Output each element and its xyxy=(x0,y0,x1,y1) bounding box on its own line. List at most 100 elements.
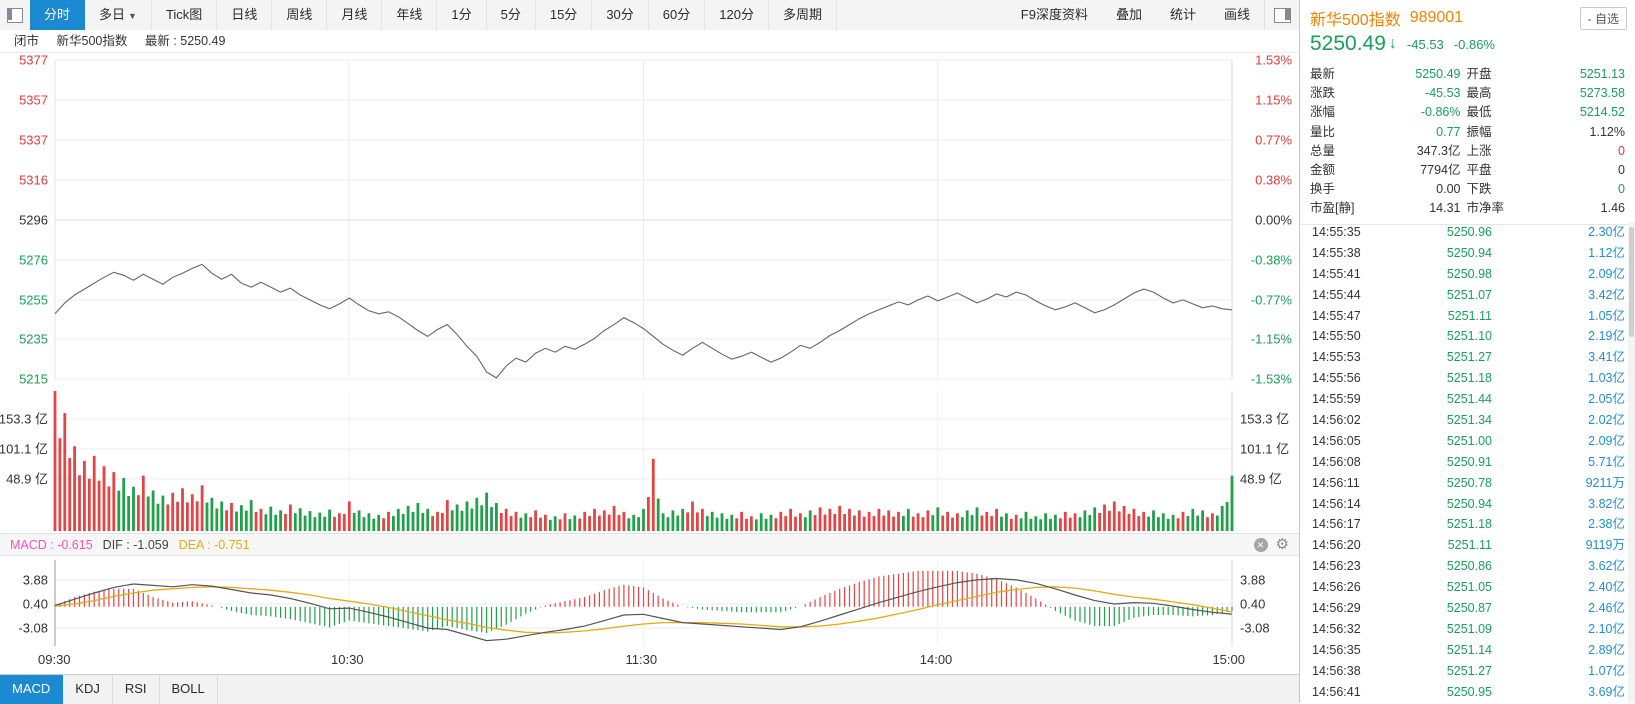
toolbar-item-叠加[interactable]: 叠加 xyxy=(1102,0,1156,30)
tick-row[interactable]: 14:56:14 5250.94 3.82亿 xyxy=(1300,494,1627,515)
tick-row[interactable]: 14:55:35 5250.96 2.30亿 xyxy=(1300,222,1627,243)
stat-label: 振幅 xyxy=(1466,124,1492,139)
tick-row[interactable]: 14:55:41 5250.98 2.09亿 xyxy=(1300,264,1627,285)
tick-row[interactable]: 14:55:47 5251.11 1.05亿 xyxy=(1300,306,1627,327)
toolbar-item-F9深度资料[interactable]: F9深度资料 xyxy=(1007,0,1102,30)
time-and-sales-list[interactable]: 14:55:35 5250.96 2.30亿 14:55:38 5250.94 1.12亿… xyxy=(1300,222,1627,703)
volume-bar xyxy=(392,516,395,531)
period-toolbar: 分时 多日 ▼ Tick图 日线 周线 月线 年线 1分 5分 15分 30分 60分 120分 多周期 F… xyxy=(0,0,1299,31)
tick-row[interactable]: 14:56:08 5250.91 5.71亿 xyxy=(1300,452,1627,473)
scrollbar-thumb[interactable] xyxy=(1629,227,1634,337)
volume-bar xyxy=(411,511,415,531)
tick-row[interactable]: 14:56:17 5251.18 2.38亿 xyxy=(1300,514,1627,535)
period-tab-月线[interactable]: 月线 xyxy=(327,0,383,30)
volume-bar xyxy=(1147,516,1150,531)
macd-axis-tick: -3.08 xyxy=(1240,621,1270,636)
indicator-tab-MACD[interactable]: MACD xyxy=(0,675,64,704)
market-status: 闭市 xyxy=(14,34,40,48)
volume-bar xyxy=(499,513,503,531)
pct-axis-tick: 1.53% xyxy=(1255,53,1292,68)
volume-bar xyxy=(387,511,390,531)
tick-volume: 2.09亿 xyxy=(1588,433,1625,448)
period-tab-1分[interactable]: 1分 xyxy=(437,0,487,30)
tick-row[interactable]: 14:56:20 5251.11 9119万 xyxy=(1300,535,1627,556)
period-tab-15分[interactable]: 15分 xyxy=(536,0,593,30)
tick-row[interactable]: 14:55:50 5251.10 2.19亿 xyxy=(1300,326,1627,347)
volume-bar xyxy=(960,517,964,531)
tick-price: 5251.34 xyxy=(1446,413,1492,428)
indicator-tab-RSI[interactable]: RSI xyxy=(113,675,160,704)
tick-time: 14:55:44 xyxy=(1312,287,1361,302)
toolbar-item-画线[interactable]: 画线 xyxy=(1210,0,1264,30)
period-tab-30分[interactable]: 30分 xyxy=(592,0,649,30)
period-tab-周线[interactable]: 周线 xyxy=(272,0,328,30)
last-price: 5250.49 xyxy=(1310,32,1386,55)
volume-bar xyxy=(112,472,116,531)
period-tab-分时[interactable]: 分时 xyxy=(30,0,86,30)
volume-bar xyxy=(514,511,518,531)
volume-bar xyxy=(509,516,513,531)
period-tab-年线[interactable]: 年线 xyxy=(382,0,438,30)
toolbar-item-统计[interactable]: 统计 xyxy=(1156,0,1210,30)
tick-row[interactable]: 14:56:11 5250.78 9211万 xyxy=(1300,473,1627,494)
pct-axis-tick: 0.77% xyxy=(1255,133,1292,148)
scrollbar-track[interactable] xyxy=(1628,222,1635,703)
tick-volume: 1.05亿 xyxy=(1588,308,1625,323)
right-panel-toggle-icon[interactable] xyxy=(1264,0,1299,30)
layout-panel-icon[interactable] xyxy=(0,0,30,30)
period-tab-5分[interactable]: 5分 xyxy=(487,0,536,30)
volume-bar xyxy=(544,514,547,531)
pct-axis-tick: 0.38% xyxy=(1255,173,1292,188)
volume-axis-tick: 48.9 亿 xyxy=(6,472,48,487)
tick-row[interactable]: 14:56:35 5251.14 2.89亿 xyxy=(1300,640,1627,661)
volume-bar xyxy=(1054,514,1057,531)
volume-bar xyxy=(848,508,851,531)
volume-bar xyxy=(647,497,650,531)
tick-row[interactable]: 14:55:56 5251.18 1.03亿 xyxy=(1300,368,1627,389)
tick-row[interactable]: 14:56:29 5250.87 2.46亿 xyxy=(1300,598,1627,619)
indicator-tab-BOLL[interactable]: BOLL xyxy=(160,675,218,704)
macd-chart[interactable]: 3.88 3.88 0.40 0.40 -3.08 -3.08 xyxy=(0,556,1299,648)
volume-bar xyxy=(249,500,253,531)
volume-bar xyxy=(146,496,150,531)
period-tab-多周期[interactable]: 多周期 xyxy=(769,0,837,30)
volume-bar xyxy=(1068,517,1072,531)
volume-bar xyxy=(632,514,636,531)
volume-bar xyxy=(735,518,739,531)
tick-volume: 2.30亿 xyxy=(1588,225,1625,239)
volume-bar xyxy=(132,486,135,531)
period-tab-Tick图[interactable]: Tick图 xyxy=(152,0,218,30)
tick-row[interactable]: 14:56:05 5251.00 2.09亿 xyxy=(1300,431,1627,452)
tick-row[interactable]: 14:56:38 5251.27 1.07亿 xyxy=(1300,661,1627,682)
status-latest-price: 最新 : 5250.49 xyxy=(144,34,226,48)
watchlist-remove-button[interactable]: - 自选 xyxy=(1579,6,1627,30)
tick-row[interactable]: 14:55:44 5251.07 3.42亿 xyxy=(1300,285,1627,306)
dea-value: DEA : -0.751 xyxy=(178,537,250,552)
tick-row[interactable]: 14:55:53 5251.27 3.41亿 xyxy=(1300,347,1627,368)
volume-bar xyxy=(799,513,802,531)
stat-value: 5214.52 xyxy=(1579,105,1625,120)
tick-row[interactable]: 14:56:23 5250.86 3.62亿 xyxy=(1300,556,1627,577)
volume-bar xyxy=(460,510,464,531)
tick-row[interactable]: 14:56:41 5250.95 3.69亿 xyxy=(1300,682,1627,703)
volume-bar xyxy=(357,510,361,531)
volume-bar xyxy=(269,506,273,531)
volume-bar xyxy=(323,516,327,531)
tick-row[interactable]: 14:56:26 5251.05 2.40亿 xyxy=(1300,577,1627,598)
close-indicator-icon[interactable]: ✕ xyxy=(1253,537,1268,552)
indicator-tab-KDJ[interactable]: KDJ xyxy=(63,675,113,704)
stat-value: 0 xyxy=(1618,143,1625,158)
indicator-settings-icon[interactable]: ⚙ xyxy=(1276,537,1289,552)
volume-chart[interactable]: 153.3 亿 153.3 亿 101.1 亿 101.1 亿 48.9 亿 48.9 亿 xyxy=(0,385,1299,533)
volume-bar xyxy=(808,510,812,531)
price-chart[interactable]: 5377 5357 5337 5316 5296 5276 5255 5235 5215 1.53… xyxy=(0,52,1299,386)
tick-row[interactable]: 14:56:02 5251.34 2.02亿 xyxy=(1300,410,1627,431)
tick-row[interactable]: 14:56:32 5251.09 2.10亿 xyxy=(1300,619,1627,640)
period-tab-60分[interactable]: 60分 xyxy=(649,0,706,30)
tick-row[interactable]: 14:55:59 5251.44 2.05亿 xyxy=(1300,389,1627,410)
volume-bar xyxy=(1176,518,1180,531)
period-tab-多日[interactable]: 多日 ▼ xyxy=(85,0,152,30)
tick-row[interactable]: 14:55:38 5250.94 1.12亿 xyxy=(1300,243,1627,264)
period-tab-日线[interactable]: 日线 xyxy=(217,0,273,30)
period-tab-120分[interactable]: 120分 xyxy=(705,0,769,30)
